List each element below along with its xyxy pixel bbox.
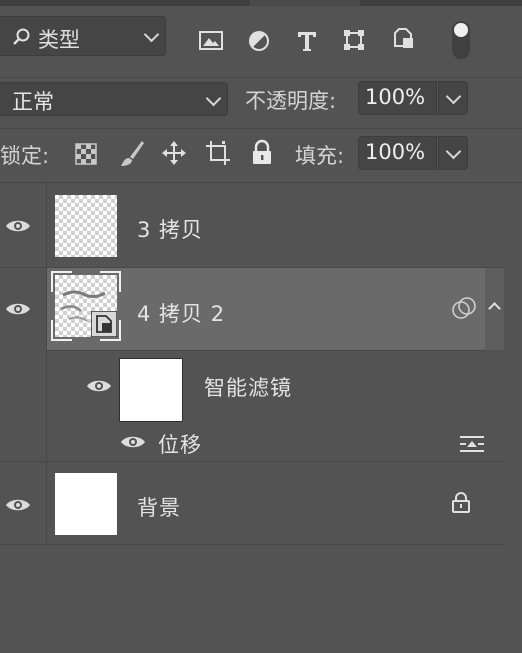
lock-transparent-pixels-icon[interactable] — [73, 141, 99, 167]
smart-object-filter-icon[interactable] — [391, 26, 417, 54]
eye-icon[interactable] — [86, 378, 112, 394]
filter-blending-options-icon[interactable] — [459, 433, 485, 455]
opacity-input[interactable]: 100% — [358, 81, 437, 115]
filter-name: 位移 — [158, 433, 202, 457]
opacity-label: 不透明度: — [245, 89, 337, 113]
fill-label: 填充: — [295, 144, 345, 168]
chevron-down-icon — [143, 26, 160, 43]
layer-row-background[interactable]: 背景 — [0, 462, 504, 545]
fill-value: 100% — [365, 140, 426, 164]
filter-kind-select[interactable]: 类型 — [0, 16, 166, 56]
layer-name: 3 拷贝 — [137, 218, 204, 242]
image-filter-icon[interactable] — [198, 29, 226, 53]
eye-icon[interactable] — [120, 434, 146, 450]
layer-row-4-copy-2[interactable]: 4 拷贝 2 — [46, 268, 485, 351]
lock-label: 锁定: — [0, 144, 50, 168]
panel-tab-edge — [250, 0, 360, 6]
layer-row-3-copy[interactable]: 3 拷贝 — [0, 183, 504, 268]
visibility-column — [0, 183, 47, 545]
lock-image-pixels-icon[interactable] — [118, 139, 146, 169]
collapse-effects-button[interactable] — [485, 268, 504, 350]
lock-icon — [452, 492, 470, 513]
blend-mode-select[interactable]: 正常 — [0, 82, 228, 116]
blend-mode-label: 正常 — [12, 90, 54, 114]
fill-dropdown-button[interactable] — [438, 136, 468, 170]
opacity-value: 100% — [365, 85, 426, 109]
opacity-dropdown-button[interactable] — [438, 81, 468, 115]
smart-filters-label: 智能滤镜 — [204, 376, 292, 400]
layer-thumbnail — [55, 195, 117, 257]
lock-artboard-icon[interactable] — [204, 139, 232, 167]
smart-filter-indicator-icon[interactable] — [451, 296, 477, 322]
adjustment-filter-icon[interactable] — [247, 29, 273, 55]
smart-filters-row[interactable]: 智能滤镜 — [46, 351, 504, 429]
type-filter-icon[interactable] — [295, 28, 321, 54]
panel-top-strip — [0, 0, 522, 6]
lock-position-icon[interactable] — [160, 139, 188, 167]
chevron-up-icon — [488, 302, 501, 315]
layer-name: 4 拷贝 2 — [137, 302, 226, 326]
filter-toggle-icon[interactable] — [449, 18, 473, 62]
smart-object-badge-icon — [91, 311, 117, 337]
shape-filter-icon[interactable] — [342, 28, 368, 54]
chevron-down-icon — [445, 143, 462, 160]
layer-name: 背景 — [137, 496, 181, 520]
filter-offset-row[interactable]: 位移 — [46, 429, 504, 462]
search-icon — [13, 28, 30, 45]
layer-thumbnail — [55, 473, 117, 535]
chevron-down-icon — [445, 88, 462, 105]
filter-kind-label: 类型 — [38, 28, 80, 52]
fill-input[interactable]: 100% — [358, 136, 437, 170]
divider — [0, 128, 522, 129]
filter-mask-thumbnail — [119, 358, 183, 422]
lock-all-icon[interactable] — [249, 139, 275, 167]
divider — [0, 77, 522, 78]
chevron-down-icon — [205, 90, 222, 107]
